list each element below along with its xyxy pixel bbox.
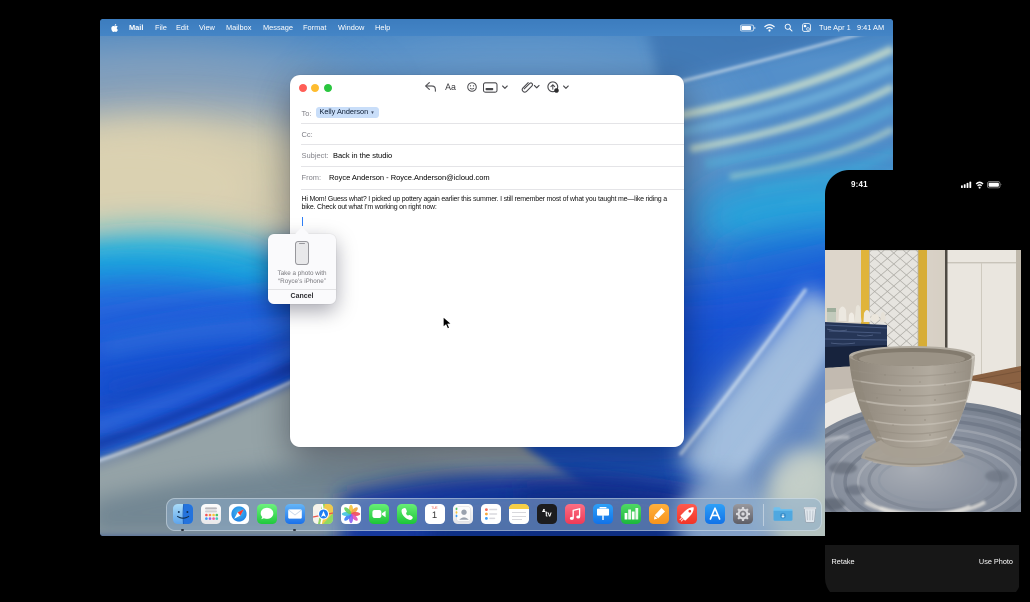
svg-text:tv: tv	[545, 509, 551, 518]
